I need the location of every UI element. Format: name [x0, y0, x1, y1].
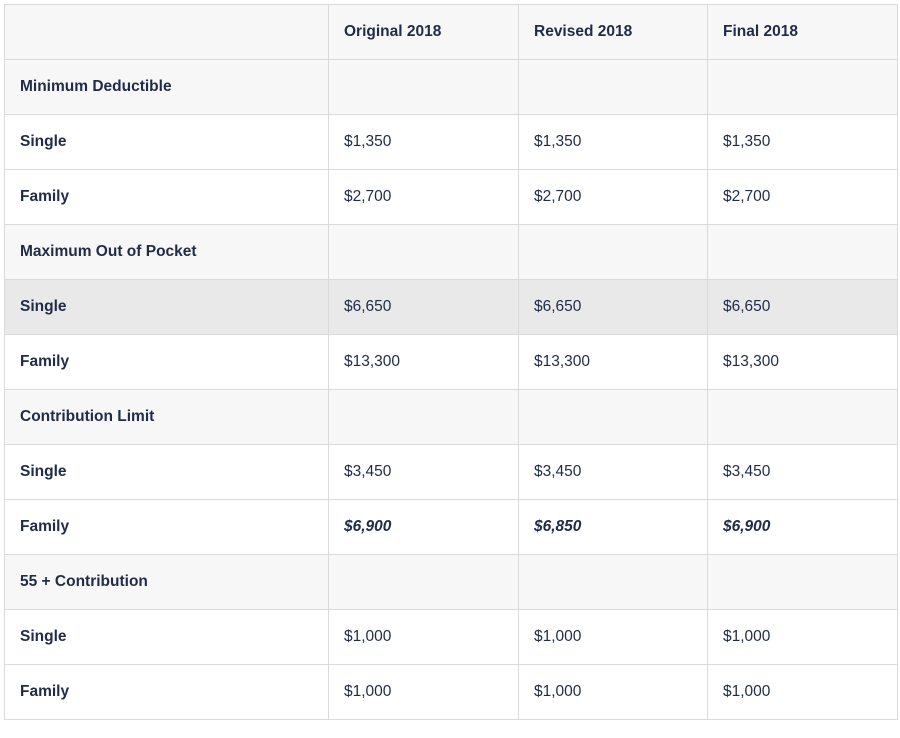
value-cell — [328, 389, 519, 445]
row-label: 55 + Contribution — [4, 554, 329, 610]
section-row-contribution-limit: Contribution Limit — [4, 389, 898, 445]
section-row-minimum-deductible: Minimum Deductible — [4, 59, 898, 115]
value-cell — [328, 59, 519, 115]
table-row-highlighted: Single $6,650 $6,650 $6,650 — [4, 279, 898, 335]
value-cell — [707, 389, 898, 445]
value-cell: $1,000 — [518, 664, 708, 720]
header-final-2018: Final 2018 — [707, 4, 898, 60]
row-label: Family — [4, 334, 329, 390]
section-row-55-plus-contribution: 55 + Contribution — [4, 554, 898, 610]
value-cell — [518, 389, 708, 445]
row-label: Single — [4, 609, 329, 665]
table-row: Family $13,300 $13,300 $13,300 — [4, 334, 898, 390]
section-row-maximum-out-of-pocket: Maximum Out of Pocket — [4, 224, 898, 280]
hsa-limits-table: Original 2018 Revised 2018 Final 2018 Mi… — [4, 4, 898, 720]
value-cell — [707, 59, 898, 115]
table-row: Family $2,700 $2,700 $2,700 — [4, 169, 898, 225]
value-cell — [328, 224, 519, 280]
value-cell — [518, 554, 708, 610]
value-cell: $6,650 — [707, 279, 898, 335]
header-original-2018: Original 2018 — [328, 4, 519, 60]
row-label: Minimum Deductible — [4, 59, 329, 115]
value-cell: $1,000 — [328, 609, 519, 665]
header-revised-2018: Revised 2018 — [518, 4, 708, 60]
value-cell: $2,700 — [518, 169, 708, 225]
row-label: Family — [4, 499, 329, 555]
value-cell: $1,350 — [328, 114, 519, 170]
table-row: Single $1,000 $1,000 $1,000 — [4, 609, 898, 665]
value-cell-emphasized: $6,900 — [328, 499, 519, 555]
value-cell: $2,700 — [707, 169, 898, 225]
value-cell: $6,650 — [328, 279, 519, 335]
value-cell-emphasized: $6,850 — [518, 499, 708, 555]
hsa-limits-table-container: Original 2018 Revised 2018 Final 2018 Mi… — [4, 4, 898, 720]
value-cell — [707, 224, 898, 280]
value-cell — [518, 224, 708, 280]
value-cell: $2,700 — [328, 169, 519, 225]
table-row: Family $6,900 $6,850 $6,900 — [4, 499, 898, 555]
header-cell-blank — [4, 4, 329, 60]
value-cell-emphasized: $6,900 — [707, 499, 898, 555]
value-cell: $1,000 — [707, 609, 898, 665]
value-cell: $1,350 — [707, 114, 898, 170]
value-cell: $1,000 — [518, 609, 708, 665]
value-cell — [707, 554, 898, 610]
value-cell: $3,450 — [518, 444, 708, 500]
value-cell: $13,300 — [328, 334, 519, 390]
value-cell: $3,450 — [707, 444, 898, 500]
row-label: Single — [4, 444, 329, 500]
table-row: Single $3,450 $3,450 $3,450 — [4, 444, 898, 500]
value-cell: $13,300 — [707, 334, 898, 390]
table-row: Single $1,350 $1,350 $1,350 — [4, 114, 898, 170]
value-cell: $3,450 — [328, 444, 519, 500]
value-cell — [518, 59, 708, 115]
value-cell: $13,300 — [518, 334, 708, 390]
value-cell: $1,000 — [328, 664, 519, 720]
row-label: Single — [4, 114, 329, 170]
value-cell — [328, 554, 519, 610]
table-row: Family $1,000 $1,000 $1,000 — [4, 664, 898, 720]
table-header-row: Original 2018 Revised 2018 Final 2018 — [4, 4, 898, 60]
row-label: Single — [4, 279, 329, 335]
value-cell: $1,350 — [518, 114, 708, 170]
row-label: Maximum Out of Pocket — [4, 224, 329, 280]
value-cell: $1,000 — [707, 664, 898, 720]
row-label: Family — [4, 169, 329, 225]
value-cell: $6,650 — [518, 279, 708, 335]
row-label: Family — [4, 664, 329, 720]
row-label: Contribution Limit — [4, 389, 329, 445]
